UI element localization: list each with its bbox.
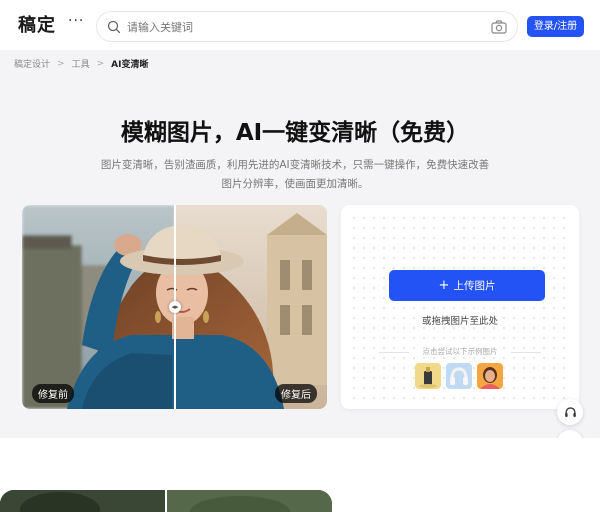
- breadcrumb: 稿定设计 > 工具 > AI变清晰: [14, 57, 149, 71]
- upload-panel[interactable]: + 上传图片 或拖拽图片至此处 点击尝试以下示例图片: [341, 205, 579, 409]
- before-after-compare[interactable]: ◂▸ 修复前 修复后: [22, 205, 327, 409]
- breadcrumb-separator: >: [96, 58, 105, 69]
- page-title: 模糊图片，AI一键变清晰（免费）: [120, 120, 470, 146]
- breadcrumb-item-home[interactable]: 稿定设计: [14, 57, 50, 70]
- headset-icon: [564, 406, 576, 417]
- logo[interactable]: 稿定: [18, 11, 56, 37]
- search-input[interactable]: [127, 18, 477, 36]
- customer-service-button[interactable]: [557, 399, 583, 425]
- camera-icon[interactable]: [491, 20, 507, 34]
- sample-thumbnail-portrait[interactable]: [477, 363, 503, 389]
- upload-button-label: 上传图片: [453, 280, 496, 292]
- after-badge: 修复后: [275, 384, 317, 403]
- breadcrumb-separator: >: [57, 58, 65, 69]
- sample-thumbnails: [415, 363, 503, 389]
- login-register-button[interactable]: 登录/注册: [527, 16, 584, 37]
- page-description: 图片变清晰，告别渣画质，利用先进的AI变清晰技术，只需一键操作，免费快速改善图片…: [100, 159, 490, 190]
- upload-image-button[interactable]: + 上传图片: [389, 270, 545, 301]
- lower-preview-image: [0, 490, 332, 512]
- drag-hint: 或拖拽图片至此处: [421, 316, 498, 327]
- plus-icon: +: [438, 278, 450, 293]
- compare-slider-handle[interactable]: ◂▸: [169, 301, 181, 313]
- search-bar[interactable]: [96, 11, 518, 42]
- breadcrumb-item-tools[interactable]: 工具: [72, 57, 90, 70]
- sample-hint-row: 点击尝试以下示例图片: [379, 346, 541, 358]
- sample-thumbnail-bottle[interactable]: [415, 363, 441, 389]
- more-menu-button[interactable]: ···: [68, 13, 84, 29]
- divider: [511, 352, 541, 353]
- breadcrumb-item-current: AI变清晰: [111, 60, 149, 70]
- upload-dropzone[interactable]: + 上传图片 或拖拽图片至此处 点击尝试以下示例图片: [349, 213, 571, 401]
- search-icon: [107, 20, 121, 34]
- top-header: 稿定 ··· 登录/注册: [0, 0, 600, 50]
- before-badge: 修复前: [32, 384, 74, 403]
- sample-thumbnail-headphones[interactable]: [446, 363, 472, 389]
